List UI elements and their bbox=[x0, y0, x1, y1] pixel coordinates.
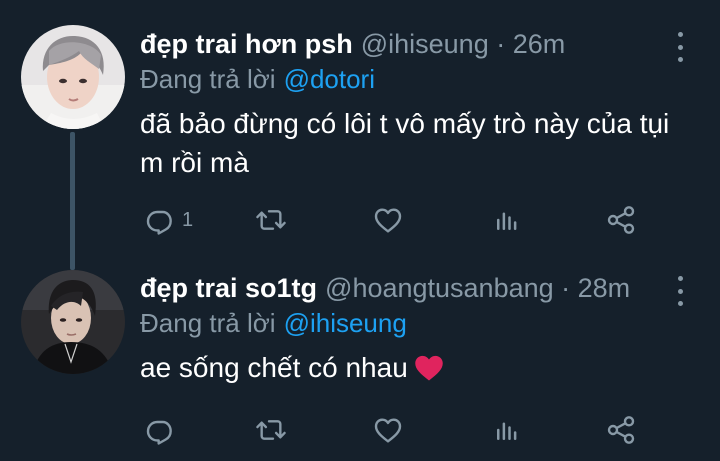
replying-to-mention[interactable]: @dotori bbox=[284, 64, 375, 94]
tweet-actions bbox=[140, 410, 640, 450]
tweet-actions: 1 bbox=[140, 200, 640, 240]
share-button[interactable] bbox=[605, 200, 637, 240]
retweet-icon bbox=[255, 414, 287, 446]
handle-and-time[interactable]: @hoangtusanbang · 28m bbox=[325, 270, 630, 306]
replying-to-label: Đang trả lời bbox=[140, 64, 276, 94]
handle-and-time[interactable]: @ihiseung · 26m bbox=[361, 26, 566, 62]
avatar[interactable] bbox=[21, 270, 125, 374]
replying-to-mention[interactable]: @ihiseung bbox=[284, 308, 407, 338]
retweet-icon bbox=[255, 204, 287, 236]
more-icon[interactable] bbox=[668, 276, 692, 306]
share-icon bbox=[605, 204, 637, 236]
red-heart-emoji-icon bbox=[414, 353, 444, 392]
tweet-content: đẹp trai hơn psh @ihiseung · 26m Đang tr… bbox=[140, 26, 692, 182]
like-icon bbox=[372, 414, 404, 446]
more-icon[interactable] bbox=[668, 32, 692, 62]
replying-to-label: Đang trả lời bbox=[140, 308, 276, 338]
retweet-button[interactable] bbox=[255, 410, 287, 450]
like-icon bbox=[372, 204, 404, 236]
retweet-button[interactable] bbox=[255, 200, 287, 240]
display-name[interactable]: đẹp trai hơn psh bbox=[140, 26, 353, 62]
tweet-content: đẹp trai so1tg @hoangtusanbang · 28m Đan… bbox=[140, 270, 692, 392]
like-button[interactable] bbox=[372, 410, 404, 450]
tweet-text-body: ae sống chết có nhau bbox=[140, 352, 408, 383]
replying-to-line: Đang trả lời @dotori bbox=[140, 62, 692, 96]
tweet-item[interactable]: đẹp trai so1tg @hoangtusanbang · 28m Đan… bbox=[0, 258, 720, 461]
tweet-text: đã bảo đừng có lôi t vô mấy trò này của … bbox=[140, 108, 670, 178]
analytics-button[interactable] bbox=[492, 200, 522, 240]
tweet-text: ae sống chết có nhau bbox=[140, 348, 690, 392]
reply-thread: đẹp trai hơn psh @ihiseung · 26m Đang tr… bbox=[0, 0, 720, 461]
thread-connector-line bbox=[70, 132, 75, 270]
display-name[interactable]: đẹp trai so1tg bbox=[140, 270, 317, 306]
analytics-icon bbox=[492, 415, 522, 445]
tweet-header: đẹp trai so1tg @hoangtusanbang · 28m bbox=[140, 270, 692, 306]
reply-icon bbox=[144, 414, 176, 446]
analytics-button[interactable] bbox=[492, 410, 522, 450]
tweet-header: đẹp trai hơn psh @ihiseung · 26m bbox=[140, 26, 692, 62]
reply-button[interactable]: 1 bbox=[144, 200, 193, 240]
analytics-icon bbox=[492, 205, 522, 235]
reply-icon bbox=[144, 204, 176, 236]
tweet-item[interactable]: đẹp trai hơn psh @ihiseung · 26m Đang tr… bbox=[0, 0, 720, 270]
share-icon bbox=[605, 414, 637, 446]
share-button[interactable] bbox=[605, 410, 637, 450]
replying-to-line: Đang trả lời @ihiseung bbox=[140, 306, 692, 340]
reply-count: 1 bbox=[182, 208, 194, 231]
avatar[interactable] bbox=[21, 25, 125, 129]
reply-button[interactable] bbox=[144, 410, 176, 450]
like-button[interactable] bbox=[372, 200, 404, 240]
